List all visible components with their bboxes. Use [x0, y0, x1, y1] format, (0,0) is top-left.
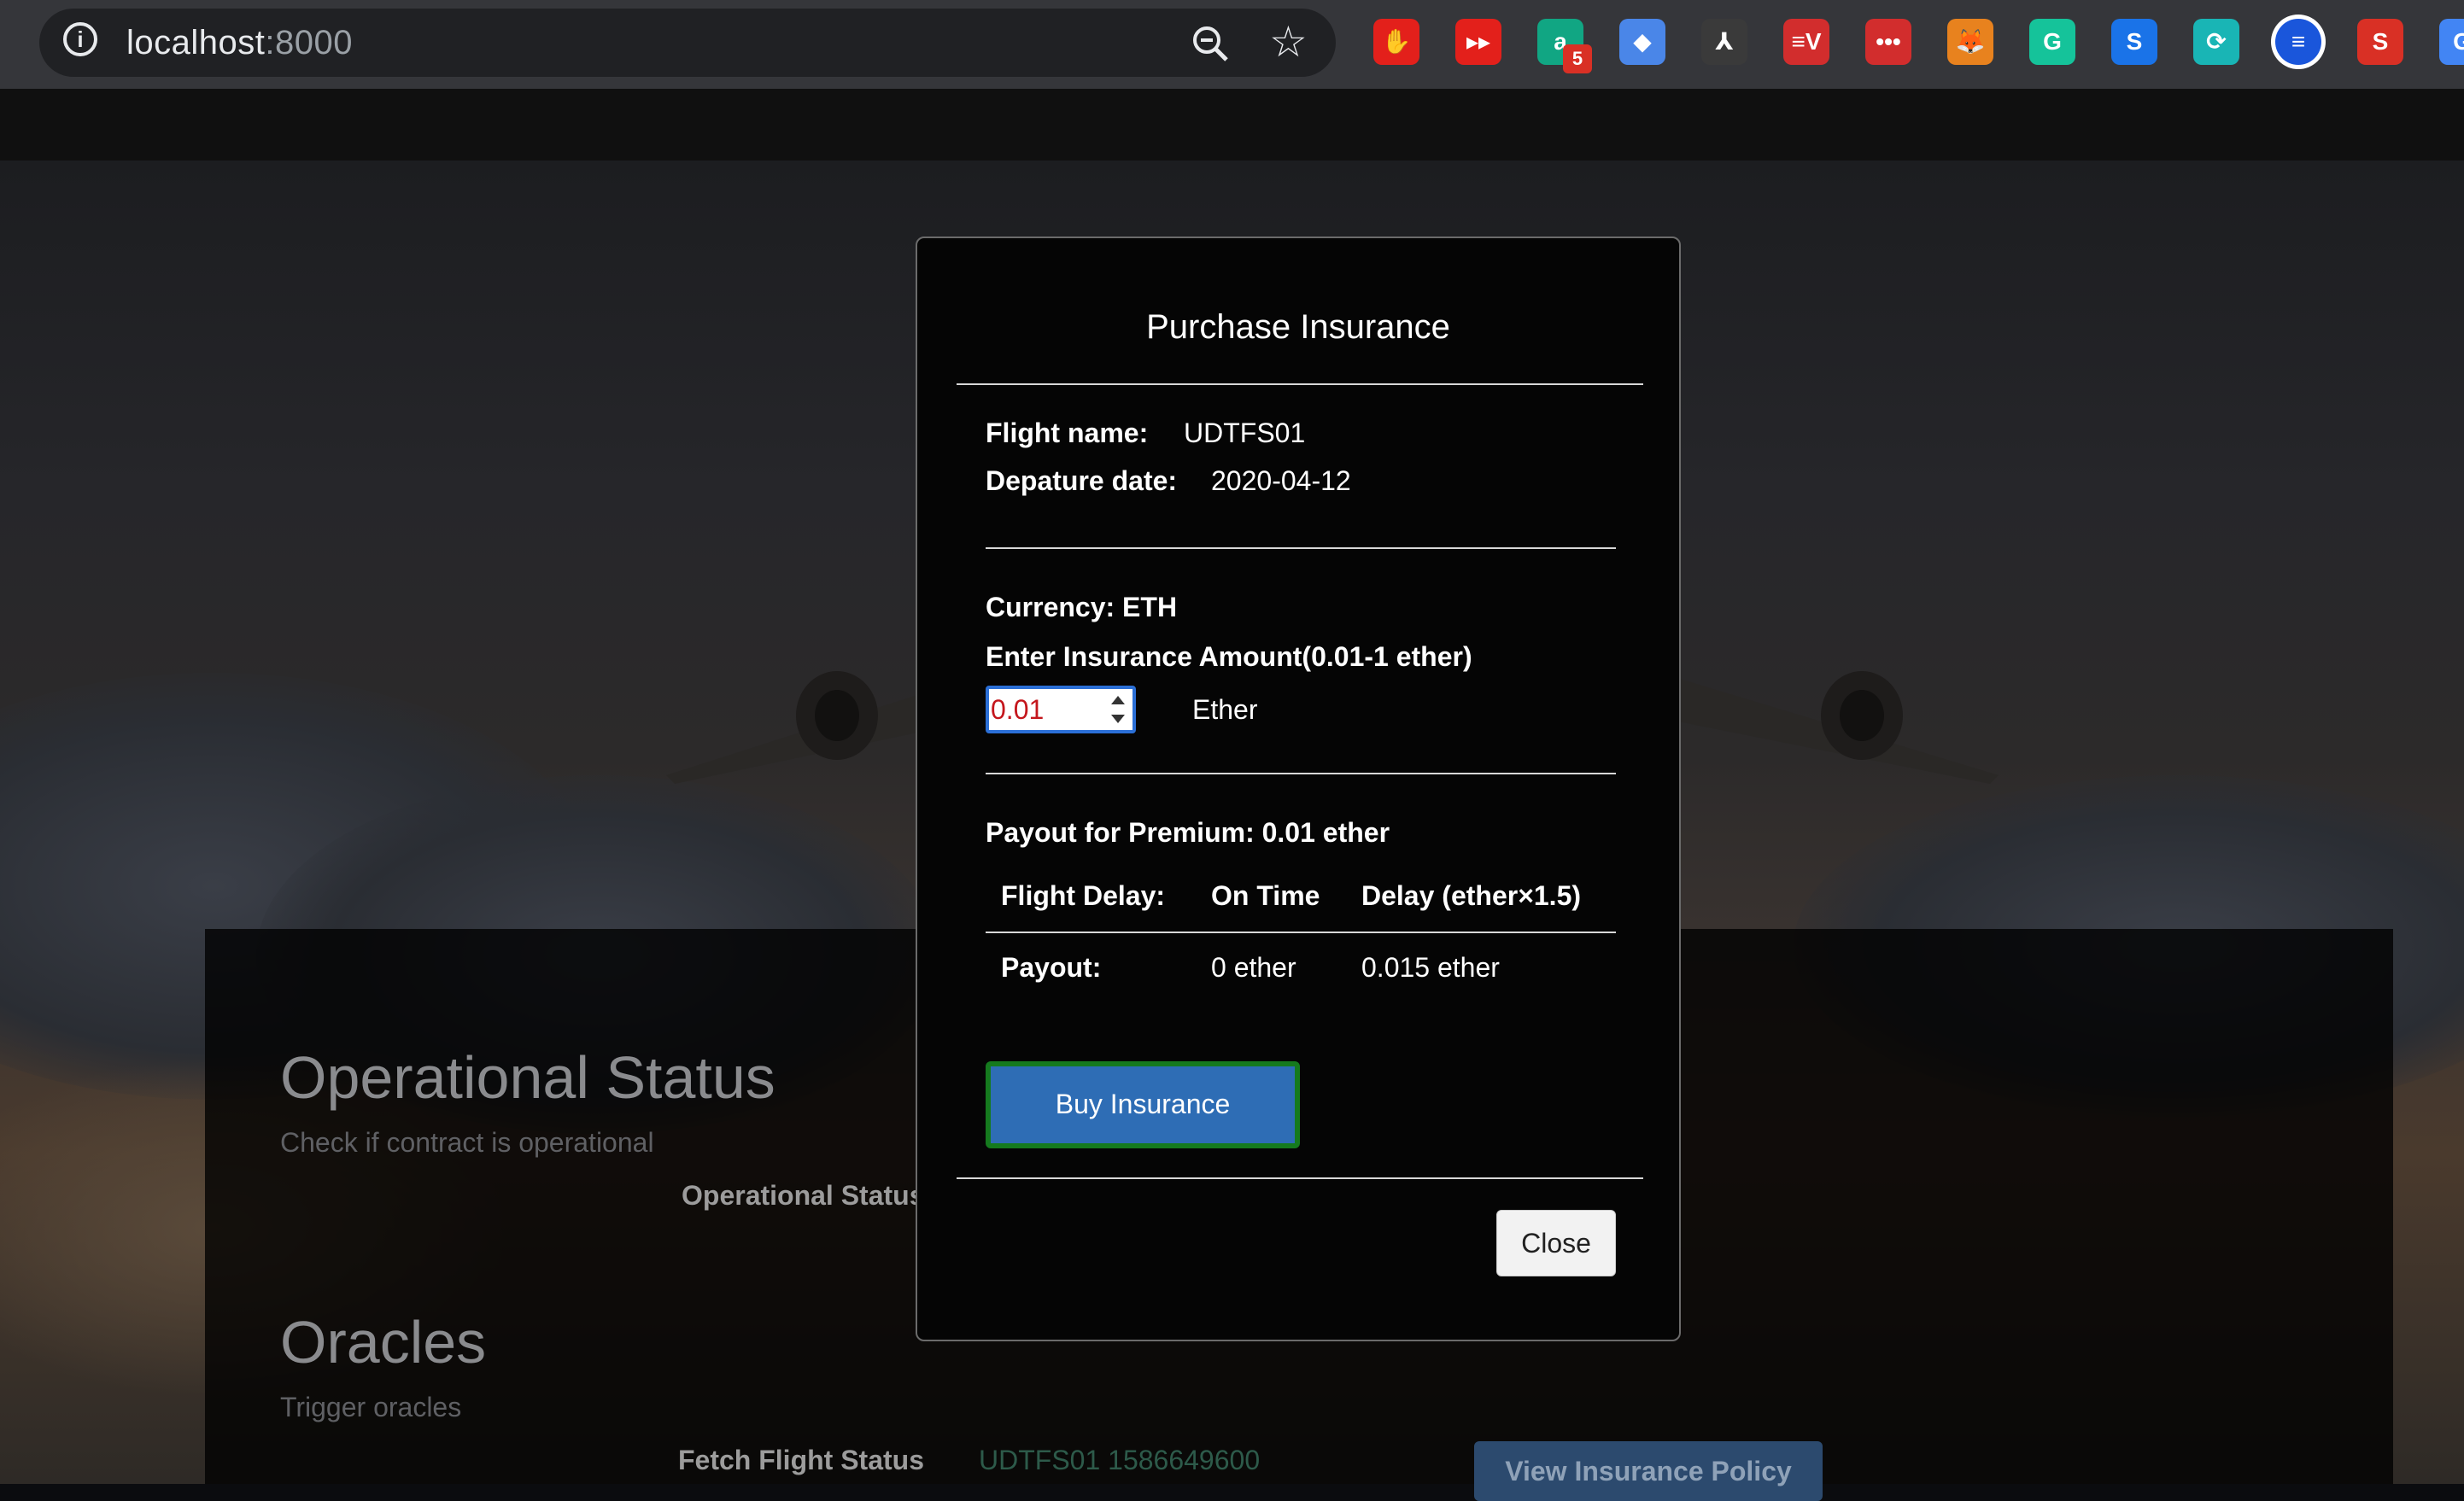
- more-icon[interactable]: •••: [1865, 19, 1911, 65]
- payout-on-time: 0 ether: [1211, 952, 1296, 983]
- amount-field[interactable]: [991, 689, 1093, 730]
- departure-date-value: 2020-04-12: [1211, 465, 1351, 496]
- purchase-insurance-modal: Purchase Insurance Flight name: UDTFS01 …: [916, 237, 1681, 1341]
- oracles-heading: Oracles: [280, 1309, 487, 1375]
- operational-status-subtitle: Check if contract is operational: [280, 1127, 654, 1158]
- tag-icon[interactable]: ◆: [1619, 19, 1665, 65]
- amount-label: Enter Insurance Amount(0.01-1 ether): [986, 641, 1472, 672]
- profile-icon[interactable]: ≡: [2275, 19, 2321, 65]
- operational-status-label: Operational Status: [682, 1180, 925, 1211]
- view-insurance-policy-button[interactable]: View Insurance Policy: [1474, 1441, 1823, 1501]
- flight-name-label: Flight name:: [986, 418, 1149, 448]
- skype-icon[interactable]: S: [2111, 19, 2157, 65]
- fetch-flight-status-value[interactable]: UDTFS01 1586649600: [979, 1445, 1260, 1476]
- browser-toolbar: i localhost:8000 ☆ ✋ ▸▸ a 5 ◆ ⅄ ≡V ••• 🦊 G S ⟳ ≡ S G: [0, 0, 2464, 89]
- amount-stepper[interactable]: [1107, 692, 1129, 727]
- table-header-on-time: On Time: [1211, 880, 1320, 911]
- table-row-label: Payout:: [1001, 952, 1102, 983]
- grammar-icon[interactable]: a5: [1537, 19, 1592, 73]
- adblock-icon[interactable]: ✋: [1373, 19, 1419, 65]
- url-port: :8000: [265, 24, 353, 61]
- header-divider: [957, 383, 1643, 385]
- stepper-up-icon[interactable]: [1111, 696, 1125, 704]
- flight-name-value: UDTFS01: [1184, 418, 1306, 448]
- fetch-flight-status-label: Fetch Flight Status: [678, 1445, 924, 1475]
- stepper-down-icon[interactable]: [1111, 715, 1125, 723]
- oracles-subtitle: Trigger oracles: [280, 1392, 462, 1422]
- currency-label: Currency: ETH: [986, 592, 1178, 622]
- payout-premium-text: Payout for Premium: 0.01 ether: [986, 817, 1390, 848]
- insurance-amount-input[interactable]: [986, 686, 1136, 733]
- amount-unit: Ether: [1192, 694, 1258, 725]
- footer-divider: [957, 1177, 1643, 1179]
- scribble-icon[interactable]: S: [2357, 19, 2403, 65]
- page-navbar: [0, 89, 2464, 161]
- operational-status-heading: Operational Status: [280, 1044, 775, 1111]
- table-header-divider: [986, 932, 1616, 933]
- address-bar[interactable]: i localhost:8000 ☆: [39, 9, 1336, 77]
- departure-date-label: Depature date:: [986, 465, 1178, 496]
- pdf-icon[interactable]: ⅄: [1701, 19, 1747, 65]
- bookmark-star-icon[interactable]: ☆: [1269, 20, 1308, 63]
- translate-icon[interactable]: G: [2439, 19, 2464, 65]
- buy-insurance-button[interactable]: Buy Insurance: [986, 1061, 1300, 1148]
- url-host: localhost: [126, 24, 266, 61]
- payout-delay: 0.015 ether: [1361, 952, 1500, 983]
- section-divider: [986, 547, 1616, 549]
- url-text[interactable]: localhost:8000: [126, 24, 353, 62]
- zoom-icon[interactable]: [1191, 24, 1230, 63]
- metamask-icon[interactable]: 🦊: [1947, 19, 1993, 65]
- section-divider: [986, 773, 1616, 774]
- modal-title: Purchase Insurance: [1146, 308, 1450, 346]
- info-icon[interactable]: i: [63, 22, 97, 56]
- close-button[interactable]: Close: [1496, 1210, 1616, 1276]
- sync-icon[interactable]: ⟳: [2193, 19, 2239, 65]
- table-header-delay: Delay (ether×1.5): [1361, 880, 1582, 911]
- grammarly-icon[interactable]: G: [2029, 19, 2075, 65]
- youtube-icon[interactable]: ▸▸: [1455, 19, 1501, 65]
- extension-badge: 5: [1563, 44, 1592, 73]
- vpn-icon[interactable]: ≡V: [1783, 19, 1829, 65]
- table-header-flight-delay: Flight Delay:: [1001, 880, 1166, 911]
